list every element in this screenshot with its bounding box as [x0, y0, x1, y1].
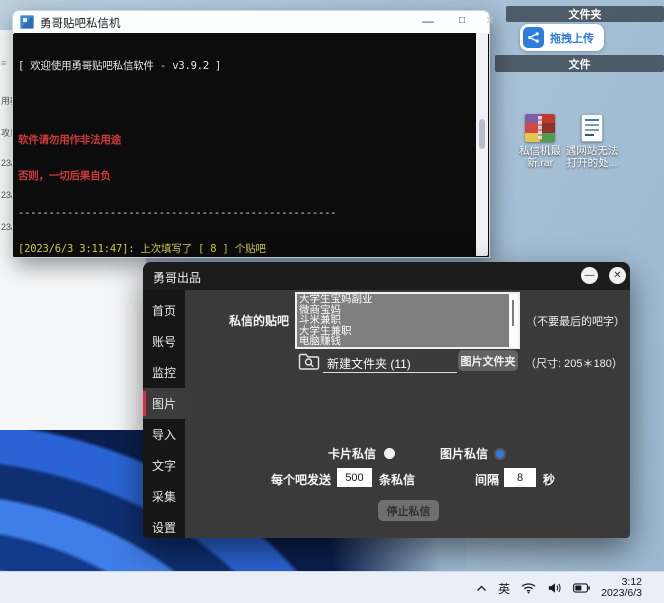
console-scrollbar[interactable]: [476, 33, 488, 256]
console-titlebar[interactable]: 勇哥贴吧私信机 — □ ✕: [13, 11, 489, 34]
sidebar-item-account[interactable]: 账号: [143, 326, 185, 357]
app-title: 勇哥出品: [153, 269, 201, 286]
sidebar-item-import[interactable]: 导入: [143, 419, 185, 450]
clock-time: 3:12: [622, 576, 642, 588]
sidebar-item-label: 导入: [152, 426, 176, 443]
console-line: 软件请勿用作非法用途: [18, 134, 474, 146]
winrar-archive-icon: [525, 114, 555, 142]
image-message-label: 图片私信: [440, 445, 488, 462]
sidebar-item-label: 采集: [152, 488, 176, 505]
console-maximize-button[interactable]: □: [449, 11, 475, 32]
image-folder-name[interactable]: 新建文件夹 (11): [327, 355, 411, 372]
desktop-icon-label: 遇网站无法 打开的处...: [563, 145, 621, 169]
console-output: [ 欢迎使用勇哥贴吧私信软件 - v3.9.2 ] 软件请勿用作非法用途 否则，…: [14, 33, 476, 256]
wifi-icon[interactable]: [521, 582, 536, 594]
console-app-icon: [20, 15, 34, 29]
desktop-icon-rar[interactable]: 私信机最 新.rar: [511, 114, 569, 169]
files-section-title: 文件: [569, 56, 591, 72]
system-tray: 英 3:12 2023/6/3: [476, 572, 642, 603]
tieba-list-textarea[interactable]: 大学生宝妈副业 微商宝妈 斗米兼职 大学生兼职 电脑赚钱: [295, 292, 520, 349]
sidebar-item-label: 文字: [152, 457, 176, 474]
active-accent-bar: [143, 391, 146, 416]
folder-name-underline: [323, 372, 457, 373]
send-settings-row: 每个吧发送 条私信 间隔 秒: [185, 468, 630, 490]
console-minimize-button[interactable]: —: [415, 11, 441, 32]
share-nodes-icon: [523, 27, 544, 48]
sidebar-item-label: 监控: [152, 364, 176, 381]
folders-section-header: 文件夹: [506, 6, 664, 22]
drag-upload-button[interactable]: 拖拽上传: [520, 24, 604, 51]
sidebar-item-home[interactable]: 首页: [143, 295, 185, 326]
card-message-label: 卡片私信: [328, 445, 376, 462]
stop-message-button[interactable]: 停止私信: [378, 500, 439, 521]
tray-chevron-up-icon[interactable]: [476, 585, 487, 592]
drag-upload-label: 拖拽上传: [550, 30, 594, 46]
app-titlebar[interactable]: 勇哥出品 — ✕: [143, 262, 630, 290]
message-mode-row: 卡片私信 图片私信: [185, 445, 630, 461]
console-line: [18, 97, 474, 109]
card-message-radio[interactable]: 卡片私信: [328, 445, 395, 462]
desktop-icon-doc[interactable]: 遇网站无法 打开的处...: [563, 114, 621, 169]
console-line: ----------------------------------------…: [18, 207, 474, 219]
tieba-entry: 电脑赚钱: [297, 336, 518, 347]
interval-label: 间隔: [475, 471, 499, 488]
desktop-icon-label: 私信机最 新.rar: [511, 145, 569, 169]
sidebar-item-label: 设置: [152, 519, 176, 536]
app-close-button[interactable]: ✕: [609, 267, 626, 284]
volume-icon[interactable]: [547, 582, 562, 594]
interval-input[interactable]: [504, 468, 536, 487]
app-window: 勇哥出品 — ✕ 首页 账号 监控 图片 导入 文字 采集 设置 私信的贴吧 大…: [143, 262, 630, 538]
send-count-input[interactable]: [337, 468, 372, 487]
tieba-entry: 大学生宝妈副业: [297, 294, 518, 305]
tieba-list-label: 私信的贴吧: [229, 312, 289, 329]
image-size-hint: （尺寸: 205＊180）: [525, 355, 623, 371]
taskbar-clock[interactable]: 3:12 2023/6/3: [601, 577, 642, 600]
battery-icon[interactable]: [573, 583, 590, 593]
sidebar-item-collect[interactable]: 采集: [143, 481, 185, 512]
radio-dot-selected[interactable]: [496, 450, 504, 458]
app-minimize-button[interactable]: —: [581, 267, 598, 284]
sidebar-item-settings[interactable]: 设置: [143, 512, 185, 543]
app-main-panel: 私信的贴吧 大学生宝妈副业 微商宝妈 斗米兼职 大学生兼职 电脑赚钱 （不要最后…: [185, 290, 630, 538]
folders-section-title: 文件夹: [569, 6, 602, 22]
sidebar-item-label: 账号: [152, 333, 176, 350]
console-scrollbar-thumb[interactable]: [479, 119, 485, 149]
send-count-suffix: 条私信: [379, 471, 415, 488]
clock-date: 2023/6/3: [601, 587, 642, 599]
app-sidebar: 首页 账号 监控 图片 导入 文字 采集 设置: [143, 290, 185, 538]
console-close-button[interactable]: ✕: [477, 11, 503, 32]
background-text-fragment: ≡: [1, 58, 6, 68]
sidebar-item-text[interactable]: 文字: [143, 450, 185, 481]
image-message-radio[interactable]: 图片私信: [440, 445, 504, 462]
input-language-indicator[interactable]: 英: [498, 580, 510, 597]
sidebar-item-label: 首页: [152, 302, 176, 319]
taskbar: 英 3:12 2023/6/3 2: [0, 571, 664, 603]
folder-search-icon: [298, 352, 321, 376]
send-count-prefix: 每个吧发送: [271, 471, 331, 488]
textarea-scrollbar-thumb[interactable]: [512, 300, 514, 326]
interval-unit: 秒: [543, 471, 555, 488]
desktop: ≡ 用教 攻日 23/ 23/ 23/ 文件夹 拖拽上传 文件 私信机最 新.r…: [0, 0, 664, 603]
image-folder-button[interactable]: 图片文件夹: [458, 350, 518, 371]
sidebar-item-images[interactable]: 图片: [143, 388, 185, 419]
console-line: [2023/6/3 3:11:47]: 上次填写了 [ 8 ] 个贴吧: [18, 243, 474, 255]
console-title: 勇哥贴吧私信机: [40, 15, 121, 31]
rar-zipper: [538, 116, 542, 140]
textarea-scrollbar[interactable]: [509, 294, 518, 347]
console-line: 否则，一切后果自负: [18, 170, 474, 182]
console-window: 勇哥贴吧私信机 — □ ✕ [ 欢迎使用勇哥贴吧私信软件 - v3.9.2 ] …: [12, 10, 490, 258]
sidebar-item-monitor[interactable]: 监控: [143, 357, 185, 388]
console-line: [ 欢迎使用勇哥贴吧私信软件 - v3.9.2 ]: [18, 60, 474, 72]
sidebar-item-label: 图片: [152, 395, 176, 412]
tieba-hint-text: （不要最后的吧字）: [526, 313, 625, 329]
files-section-header: 文件: [495, 55, 664, 72]
document-icon: [581, 114, 603, 142]
radio-dot-unselected[interactable]: [384, 448, 395, 459]
